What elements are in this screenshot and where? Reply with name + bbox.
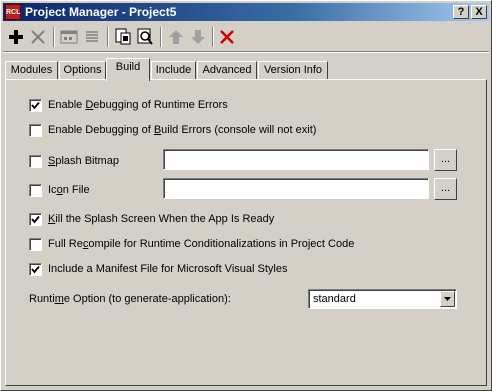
splash-bitmap-input[interactable] [163,149,429,170]
debug-build-checkbox[interactable]: Enable Debugging of Build Errors (consol… [29,123,316,137]
checkbox-box[interactable] [29,98,42,112]
checkbox-label: Enable Debugging of Runtime Errors [48,99,228,111]
tab-advanced[interactable]: Advanced [197,61,257,79]
checkbox-box[interactable] [29,183,42,197]
debug-runtime-checkbox[interactable]: Enable Debugging of Runtime Errors [29,98,228,112]
tab-label: Build [115,61,141,73]
close-button[interactable]: X [471,5,487,19]
checkbox-label: Icon File [48,184,90,196]
tab-label: Version Info [263,64,323,76]
icon-file-input[interactable] [163,178,429,199]
app-icon: RCL [5,4,21,20]
toolbar-separator [53,27,55,47]
splash-bitmap-checkbox[interactable]: Splash Bitmap [29,154,119,168]
checkbox-box[interactable] [29,237,42,251]
runtime-option-value: standard [313,293,356,305]
checkbox-box[interactable] [29,154,42,168]
project-manager-window: RCL Project Manager - Project5 ? X Modul… [0,0,492,391]
list-icon[interactable] [81,26,103,48]
remove-icon[interactable] [27,26,49,48]
checkbox-label: Include a Manifest File for Microsoft Vi… [48,263,288,275]
toolbar-separator [107,27,109,47]
tab-modules[interactable]: Modules [5,61,58,79]
tab-label: Options [63,64,102,76]
toolbar-divider [3,51,489,53]
window-icon[interactable] [58,26,80,48]
move-down-icon[interactable] [187,26,209,48]
toolbar-separator [212,27,214,47]
checkbox-label: Full Recompile for Runtime Conditionaliz… [48,238,355,250]
tab-label: Include [155,64,192,76]
runtime-option-label: Runtime Option (to generate-application)… [29,293,231,305]
search-icon[interactable] [134,26,156,48]
toolbar-separator [160,27,162,47]
tab-include[interactable]: Include [151,61,196,79]
tab-options[interactable]: Options [59,61,106,79]
toolbar [3,23,489,49]
build-icon[interactable] [112,26,134,48]
window-title: Project Manager - Project5 [25,5,177,19]
tab-build[interactable]: Build [106,58,150,81]
full-recompile-checkbox[interactable]: Full Recompile for Runtime Conditionaliz… [29,237,354,251]
chevron-down-icon[interactable] [440,291,455,307]
icon-file-checkbox[interactable]: Icon File [29,183,90,197]
title-bar[interactable]: RCL Project Manager - Project5 ? X [3,3,489,21]
manifest-checkbox[interactable]: Include a Manifest File for Microsoft Vi… [29,262,287,276]
checkbox-box[interactable] [29,123,42,137]
splash-browse-button[interactable]: ... [434,149,457,171]
checkbox-label: Enable Debugging of Build Errors (consol… [48,124,317,136]
add-icon[interactable] [5,26,27,48]
delete-icon[interactable] [216,26,238,48]
tab-version-info[interactable]: Version Info [258,61,328,79]
tab-label: Modules [10,64,53,76]
kill-splash-checkbox[interactable]: Kill the Splash Screen When the App Is R… [29,212,274,226]
runtime-option-select[interactable]: standard [308,289,457,309]
help-button[interactable]: ? [453,5,469,19]
checkbox-label: Splash Bitmap [48,155,119,167]
icon-browse-button[interactable]: ... [434,178,457,200]
tab-label: Advanced [202,64,252,76]
checkbox-box[interactable] [29,262,42,276]
checkbox-box[interactable] [29,212,42,226]
checkbox-label: Kill the Splash Screen When the App Is R… [48,213,275,225]
move-up-icon[interactable] [165,26,187,48]
